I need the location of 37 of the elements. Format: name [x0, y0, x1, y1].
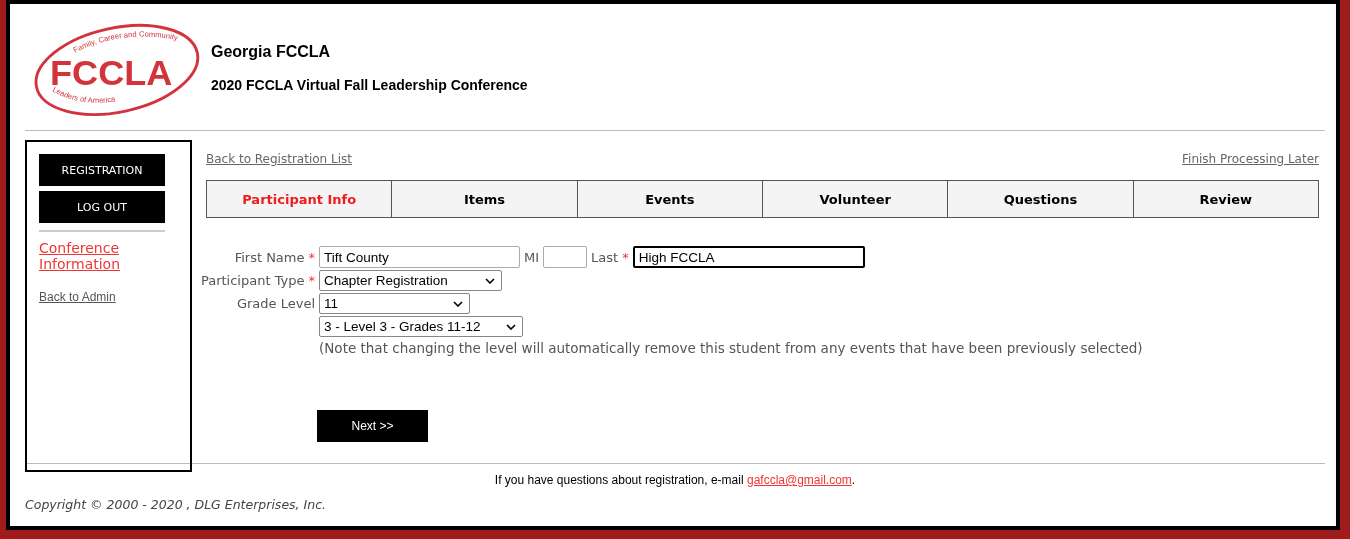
period-text: .: [851, 473, 856, 487]
copyright-text: Copyright © 2000 - 2020 , DLG Enterprises, Inc.: [25, 497, 327, 512]
field-label: Last: [591, 249, 619, 265]
sidebar-button[interactable]: LOG OUT: [39, 191, 165, 223]
field-label: Grade Level: [236, 296, 315, 311]
tab[interactable]: Participant Info: [207, 181, 393, 217]
next-button[interactable]: Next >>: [317, 410, 428, 442]
sidebar-link[interactable]: Back to Admin: [39, 290, 116, 304]
organization-name: Georgia FCCLA: [211, 43, 332, 61]
tab[interactable]: Questions: [948, 181, 1134, 217]
sidebar-link[interactable]: Conference Information: [39, 240, 149, 272]
level-change-note: (Note that changing the level will automatically remove this student from any events that have been previously selected): [319, 340, 1144, 356]
finish-later-link[interactable]: Finish Processing Later: [1182, 152, 1319, 166]
required-mark: *: [622, 249, 629, 265]
contact-text: If you have questions about registration, e-mail: [494, 473, 744, 487]
participant-type-select[interactable]: Chapter Registration: [319, 270, 502, 291]
first-name-field[interactable]: Tift County: [319, 246, 520, 268]
field-label: MI: [524, 249, 540, 265]
tab[interactable]: Events: [577, 181, 763, 217]
sidebar-button[interactable]: REGISTRATION: [39, 154, 165, 186]
field-label: First Name: [234, 249, 305, 265]
grade-level-select[interactable]: 11: [319, 293, 470, 314]
field-label: Participant Type: [200, 273, 305, 288]
caret-icon: [453, 300, 463, 307]
required-mark: *: [308, 249, 315, 265]
level-select[interactable]: 3 - Level 3 - Grades 11-12: [319, 316, 523, 337]
tab[interactable]: Volunteer: [763, 181, 949, 217]
tab[interactable]: Review: [1133, 181, 1319, 217]
last-name-field[interactable]: High FCCLA: [632, 246, 865, 268]
middle-initial-field[interactable]: [543, 246, 588, 268]
caret-icon: [506, 323, 516, 330]
email-link[interactable]: gafccla@gmail.com: [746, 473, 852, 487]
caret-icon: [485, 277, 495, 284]
conference-title: 2020 FCCLA Virtual Fall Leadership Conference: [211, 77, 528, 93]
required-mark: *: [308, 273, 315, 288]
back-link[interactable]: Back to Registration List: [206, 152, 352, 166]
tab[interactable]: Items: [392, 181, 578, 217]
